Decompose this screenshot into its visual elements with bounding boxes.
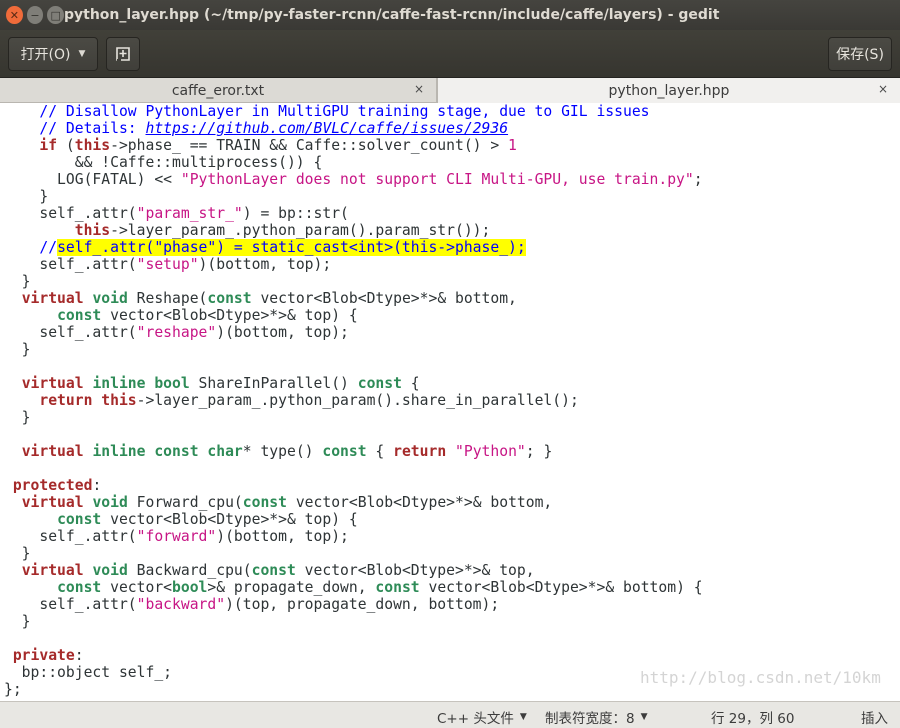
code-line: const vector<bool>& propagate_down, cons… [57, 579, 703, 596]
language-selector[interactable]: C++ 头文件 ▼ [437, 707, 527, 727]
new-document-button[interactable] [106, 37, 140, 71]
status-bar: C++ 头文件 ▼ 制表符宽度：8 ▼ 行 29，列 60 插入 [0, 701, 900, 728]
code-line: // Details: https://github.com/BVLC/caff… [39, 120, 509, 137]
code-line: self_.attr("backward")(top, propagate_do… [4, 596, 500, 613]
window-title: python_layer.hpp (~/tmp/py-faster-rcnn/c… [64, 7, 720, 23]
code-editor[interactable]: // Disallow PythonLayer in MultiGPU trai… [0, 103, 900, 701]
code-line: } [4, 545, 31, 562]
code-line: virtual void Forward_cpu(const vector<Bl… [21, 494, 553, 511]
code-line: self_.attr("setup")(bottom, top); [4, 256, 332, 273]
code-line: virtual void Backward_cpu(const vector<B… [21, 562, 535, 579]
code-line: protected: [12, 477, 102, 494]
code-line: virtual inline bool ShareInParallel() co… [21, 375, 420, 392]
code-line: bp::object self_; [4, 664, 173, 681]
open-button-label: 打开(O) [20, 47, 71, 63]
code-line: LOG(FATAL) << "PythonLayer does not supp… [4, 171, 703, 188]
cursor-position-label: 行 29，列 60 [711, 711, 795, 727]
insert-mode-label: 插入 [861, 711, 888, 727]
code-line: && !Caffe::multiprocess()) { [4, 154, 323, 171]
code-line: this->layer_param_.python_param().param_… [74, 222, 491, 239]
maximize-window-icon[interactable]: □ [47, 6, 65, 24]
chevron-down-icon: ▼ [519, 712, 527, 722]
minimize-window-icon[interactable]: − [26, 6, 44, 24]
title-bar: ✕ − □ python_layer.hpp (~/tmp/py-faster-… [0, 0, 900, 30]
tab-label: python_layer.hpp [608, 82, 730, 99]
watermark: http://blog.csdn.net/10km [640, 668, 881, 687]
code-line: // Disallow PythonLayer in MultiGPU trai… [39, 103, 650, 120]
code-line: const vector<Blob<Dtype>*>& top) { [57, 511, 358, 528]
close-tab-icon[interactable]: × [878, 82, 888, 96]
document-tabs: caffe_eror.txt × python_layer.hpp × [0, 78, 900, 103]
code-line: private: [12, 647, 84, 664]
code-line: self_.attr("param_str_") = bp::str( [4, 205, 349, 222]
code-line: //self_.attr("phase") = static_cast<int>… [4, 239, 526, 256]
code-line: virtual void Reshape(const vector<Blob<D… [21, 290, 517, 307]
code-line: } [4, 613, 31, 630]
close-window-icon[interactable]: ✕ [6, 6, 23, 24]
close-tab-icon[interactable]: × [414, 82, 424, 96]
insert-mode: 插入 [861, 707, 888, 727]
code-line: if (this->phase_ == TRAIN && Caffe::solv… [39, 137, 517, 154]
code-line: virtual inline const char* type() const … [21, 443, 553, 460]
code-line: return this->layer_param_.python_param()… [39, 392, 579, 409]
code-line: } [4, 273, 31, 290]
chevron-down-icon: ▼ [640, 712, 648, 722]
code-line: self_.attr("reshape")(bottom, top); [4, 324, 349, 341]
new-document-icon [116, 47, 130, 61]
code-line: } [4, 188, 49, 205]
tab-width-selector[interactable]: 制表符宽度：8 ▼ [545, 707, 648, 727]
open-button[interactable]: 打开(O) ▼ [8, 37, 98, 71]
tab-label: caffe_eror.txt [171, 82, 265, 99]
cursor-position: 行 29，列 60 [711, 707, 794, 727]
save-button-label: 保存(S) [836, 47, 884, 63]
code-line: self_.attr("forward")(bottom, top); [4, 528, 349, 545]
code-line: const vector<Blob<Dtype>*>& top) { [57, 307, 358, 324]
code-line: }; [4, 681, 22, 698]
code-line: } [4, 341, 31, 358]
header-bar: 打开(O) ▼ 保存(S) [0, 30, 900, 78]
tab-python-layer[interactable]: python_layer.hpp × [437, 78, 900, 103]
save-button[interactable]: 保存(S) [828, 37, 892, 71]
language-label: C++ 头文件 [437, 711, 514, 727]
tab-caffe-eror[interactable]: caffe_eror.txt × [0, 78, 437, 103]
tab-width-label: 制表符宽度：8 [545, 711, 635, 727]
window-controls: ✕ − □ [0, 6, 65, 24]
chevron-down-icon: ▼ [78, 49, 86, 59]
code-line: } [4, 409, 31, 426]
